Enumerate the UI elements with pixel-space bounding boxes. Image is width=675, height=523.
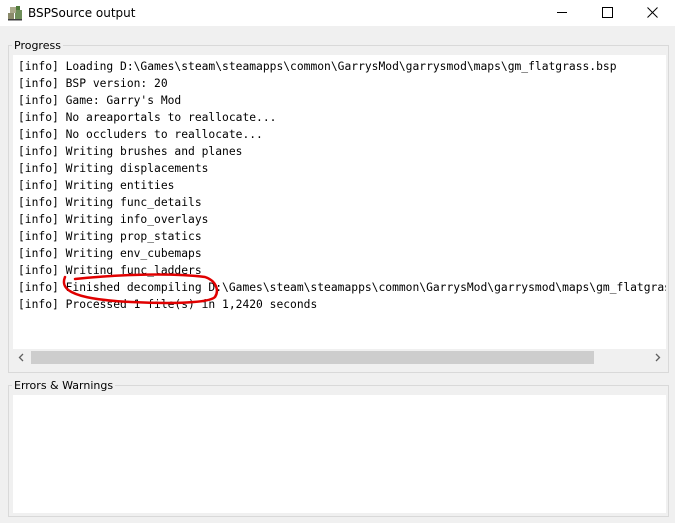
log-line: [info] Loading D:\Games\steam\steamapps\…: [18, 60, 617, 73]
errors-warnings-group: Errors & Warnings: [8, 379, 669, 517]
close-button[interactable]: [630, 0, 675, 26]
horizontal-scrollbar[interactable]: [13, 349, 666, 366]
log-line: [info] Writing prop_statics: [18, 230, 202, 243]
log-line: [info] Writing func_details: [18, 196, 202, 209]
log-line: [info] Writing info_overlays: [18, 213, 209, 226]
log-line: [info] No occluders to reallocate...: [18, 128, 263, 141]
maximize-icon: [602, 7, 613, 18]
close-icon: [647, 7, 658, 18]
minimize-icon: [557, 12, 567, 13]
log-line: [info] Writing brushes and planes: [18, 145, 243, 158]
log-line: [info] Writing entities: [18, 179, 175, 192]
progress-log[interactable]: [info] Loading D:\Games\steam\steamapps\…: [13, 55, 666, 349]
scroll-right-button[interactable]: [649, 349, 666, 366]
log-line: [info] Writing env_cubemaps: [18, 247, 202, 260]
log-line: [info] Game: Garry's Mod: [18, 94, 182, 107]
progress-group: Progress [info] Loading D:\Games\steam\s…: [8, 39, 669, 373]
title-bar[interactable]: BSPSource output: [0, 0, 675, 26]
log-line-finished: [info] Finished decompiling D:\Games\ste…: [18, 281, 666, 294]
errors-log[interactable]: [13, 395, 666, 513]
log-line: [info] BSP version: 20: [18, 77, 168, 90]
maximize-button[interactable]: [585, 0, 630, 26]
progress-label: Progress: [12, 39, 63, 52]
chevron-right-icon: [655, 353, 661, 362]
errors-warnings-label: Errors & Warnings: [12, 379, 116, 392]
log-line: [info] Writing func_ladders: [18, 264, 202, 277]
log-line: [info] No areaportals to reallocate...: [18, 111, 277, 124]
bspsource-app-icon: [8, 6, 22, 21]
minimize-button[interactable]: [540, 0, 585, 26]
scroll-left-button[interactable]: [13, 349, 30, 366]
log-line: [info] Writing displacements: [18, 162, 209, 175]
chevron-left-icon: [18, 353, 24, 362]
log-line: [info] Processed 1 file(s) in 1,2420 sec…: [18, 298, 318, 311]
window-title: BSPSource output: [28, 6, 136, 20]
scrollbar-thumb[interactable]: [31, 351, 594, 364]
